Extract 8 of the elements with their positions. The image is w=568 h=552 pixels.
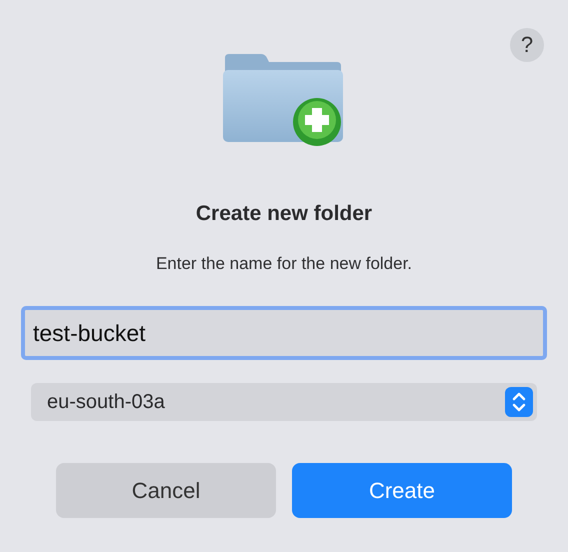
cancel-button[interactable]: Cancel <box>56 463 276 518</box>
create-button[interactable]: Create <box>292 463 512 518</box>
dialog-title: Create new folder <box>196 202 372 226</box>
help-button[interactable]: ? <box>510 28 544 62</box>
name-field[interactable]: test-bucket <box>21 306 547 360</box>
stepper-icon <box>505 387 533 417</box>
dialog-message: Enter the name for the new folder. <box>156 254 412 274</box>
location-select[interactable]: eu-south-03a <box>31 383 537 421</box>
